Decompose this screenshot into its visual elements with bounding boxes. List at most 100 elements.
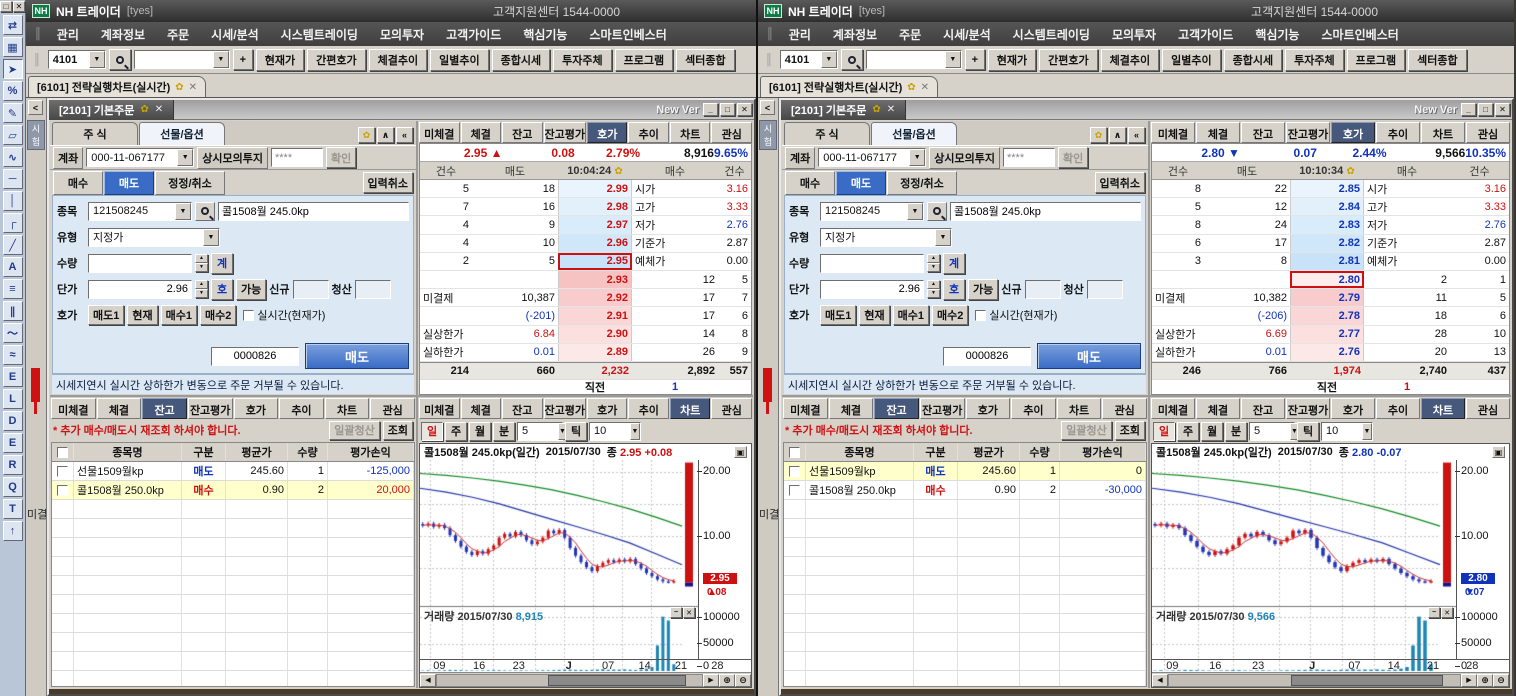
ask-price[interactable]: 2.96	[558, 235, 632, 252]
settings-flower-icon[interactable]: ✿	[140, 104, 148, 115]
ask-price[interactable]: 2.82	[1290, 235, 1364, 252]
step-up-icon[interactable]: ▲	[195, 280, 208, 289]
quick-button-투자주체[interactable]: 투자주체	[1285, 49, 1343, 71]
menu-item-고객가이드[interactable]: 고객가이드	[435, 26, 512, 43]
code-search-button[interactable]	[195, 202, 215, 221]
tab-잔고평가[interactable]: 잔고평가	[920, 398, 965, 419]
collapse-up-icon[interactable]: ∧	[1109, 127, 1126, 143]
bid-price[interactable]: 2.92	[558, 289, 632, 306]
tab-체결[interactable]: 체결	[1196, 398, 1240, 419]
close-button[interactable]: ✕	[1495, 103, 1510, 116]
chevron-down-icon[interactable]: ▼	[89, 51, 105, 68]
close-icon[interactable]: ✕	[887, 104, 895, 115]
drag-grip-icon[interactable]: ║	[766, 28, 774, 40]
tab-호가[interactable]: 호가	[966, 398, 1011, 419]
bid-price[interactable]: 2.89	[558, 344, 632, 361]
tab-잔고평가[interactable]: 잔고평가	[188, 398, 233, 419]
ask-price[interactable]: 2.81	[1290, 253, 1364, 270]
bid-row[interactable]: 실하한가0.012.89269	[420, 344, 751, 362]
text-annotation-tool-icon[interactable]: A	[3, 257, 23, 277]
bid-row[interactable]: 실상한가6.692.772810	[1152, 326, 1509, 344]
query-button[interactable]: 조회	[1115, 421, 1145, 440]
ask-price[interactable]: 2.97	[558, 216, 632, 233]
ask-price[interactable]: 2.84	[1290, 198, 1364, 215]
tab-잔고[interactable]: 잔고	[1241, 398, 1285, 419]
sell-submit-button[interactable]: 매도	[1037, 343, 1141, 369]
menu-item-모의투자[interactable]: 모의투자	[369, 26, 435, 43]
row-checkbox[interactable]	[52, 462, 74, 480]
tab-호가[interactable]: 호가	[587, 398, 628, 419]
price-stepper[interactable]: ▲▼	[927, 280, 940, 299]
tab-체결[interactable]: 체결	[1196, 122, 1240, 143]
step-up-icon[interactable]: ▲	[195, 254, 208, 263]
liquidate-all-button[interactable]: 일괄청산	[329, 421, 379, 440]
chevron-down-icon[interactable]: ▼	[1362, 423, 1372, 440]
menu-item-계좌정보[interactable]: 계좌정보	[90, 26, 156, 43]
price-chart-canvas[interactable]	[420, 460, 698, 672]
ask-price[interactable]: 2.85	[1290, 180, 1364, 197]
tab-stock[interactable]: 주 식	[52, 122, 138, 145]
step-down-icon[interactable]: ▼	[195, 263, 208, 272]
liquidation-field[interactable]	[1087, 280, 1123, 299]
bid-price[interactable]: 2.90	[558, 326, 632, 343]
zoom-in-icon[interactable]: ⊕	[719, 674, 735, 687]
stock-search-combo[interactable]: ▼	[866, 50, 962, 69]
settings-flower-icon[interactable]: ✿	[1090, 127, 1107, 143]
drag-grip-icon[interactable]: ║	[34, 28, 42, 40]
scroll-thumb[interactable]	[1291, 675, 1442, 686]
zoom-in-icon[interactable]: ⊕	[1477, 674, 1493, 687]
tick-combo[interactable]: 10 ▼	[1321, 422, 1373, 441]
tab-sell[interactable]: 매도	[104, 171, 154, 195]
tab-차트[interactable]: 차트	[1421, 122, 1465, 143]
bid-row[interactable]: 2.93125	[420, 271, 751, 289]
price-field[interactable]	[820, 280, 924, 299]
tab-추이[interactable]: 추이	[279, 398, 324, 419]
dock-left-icon[interactable]: «	[396, 127, 413, 143]
position-row[interactable]: 선물1509월kp매도245.6010	[784, 462, 1146, 481]
chart-plot-area[interactable]: 거래량 2015/07/30 9,566 −✕	[1152, 460, 1457, 659]
ask-row[interactable]: 8242.83저가2.76	[1152, 216, 1509, 234]
period-button-월[interactable]: 월	[1201, 422, 1223, 441]
confirm-button[interactable]: 확인	[326, 147, 356, 168]
menu-item-시스템트레이딩[interactable]: 시스템트레이딩	[270, 26, 369, 43]
ask-row[interactable]: 492.97저가2.76	[420, 216, 751, 234]
chevron-down-icon[interactable]: ▼	[821, 51, 837, 68]
sum-button[interactable]: 계	[211, 253, 233, 274]
tab-sell[interactable]: 매도	[836, 171, 886, 195]
account-combo[interactable]: 000-11-067177 ▼	[818, 148, 926, 167]
screen-number-combo[interactable]: 4101 ▼	[780, 50, 838, 69]
ask-row[interactable]: 382.81예체가0.00	[1152, 253, 1509, 271]
multi-line-tool-icon[interactable]: ≡	[3, 279, 23, 299]
order-number-field[interactable]	[943, 347, 1031, 366]
select-all-checkbox[interactable]	[52, 443, 74, 461]
ask-row[interactable]: 7162.98고가3.33	[420, 198, 751, 216]
add-screen-button[interactable]: +	[233, 49, 253, 70]
settings-flower-icon[interactable]: ✿	[1346, 166, 1354, 177]
quote-tool-icon[interactable]: Q	[3, 477, 23, 497]
row-checkbox[interactable]	[52, 481, 74, 499]
order-type-combo[interactable]: 지정가 ▼	[88, 228, 220, 247]
tab-잔고평가[interactable]: 잔고평가	[544, 122, 586, 143]
ask-row[interactable]: 4102.96기준가2.87	[420, 235, 751, 253]
tab-관심[interactable]: 관심	[1466, 122, 1510, 143]
trend-line-tool-icon[interactable]: ╱	[3, 235, 23, 255]
checkbox-icon[interactable]	[57, 485, 68, 496]
wave-line-tool-icon[interactable]: ∿	[3, 147, 23, 167]
document-tab[interactable]: [6101] 전략실행차트(실시간) ✿ ✕	[28, 76, 206, 97]
tab-modify-cancel[interactable]: 정정/취소	[887, 171, 957, 195]
tab-buy[interactable]: 매수	[53, 171, 103, 195]
quantity-field[interactable]	[820, 254, 924, 273]
code-search-button[interactable]	[927, 202, 947, 221]
tab-차트[interactable]: 차트	[670, 122, 711, 143]
quick-button-일별추이[interactable]: 일별추이	[430, 49, 488, 71]
tab-체결[interactable]: 체결	[97, 398, 142, 419]
step-down-icon[interactable]: ▼	[195, 289, 208, 298]
zoom-out-icon[interactable]: ⊖	[1493, 674, 1509, 687]
checkbox-icon[interactable]	[57, 466, 68, 477]
bid-price[interactable]: 2.79	[1290, 289, 1364, 306]
bid-price[interactable]: 2.80	[1290, 271, 1364, 288]
hoga-price-button[interactable]: 호	[943, 279, 965, 300]
minimize-button[interactable]: _	[1461, 103, 1476, 116]
tab-추이[interactable]: 추이	[628, 122, 669, 143]
order-number-field[interactable]	[211, 347, 299, 366]
